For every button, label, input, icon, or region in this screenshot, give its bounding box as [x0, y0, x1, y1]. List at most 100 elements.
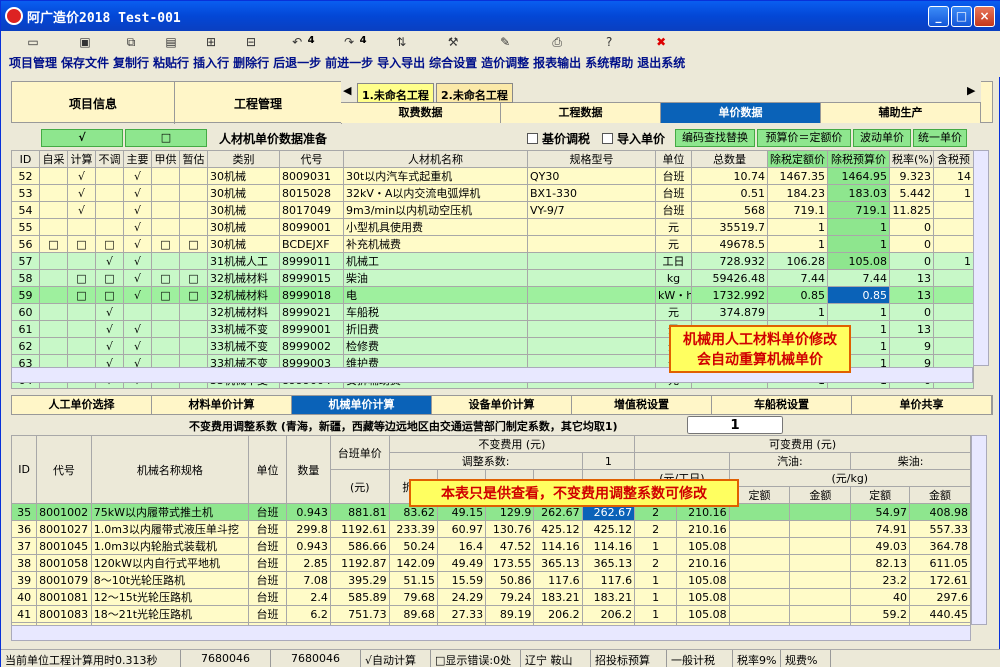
table-cell[interactable]: √ — [123, 218, 152, 236]
table-cell[interactable]: √ — [67, 184, 96, 202]
table-cell[interactable] — [39, 201, 68, 219]
table-cell[interactable]: □ — [151, 269, 180, 287]
grid2-hscroll[interactable] — [11, 625, 971, 641]
table-cell[interactable]: √ — [67, 167, 96, 185]
tab-prev-icon[interactable]: ◀ — [343, 84, 351, 97]
tab-project-1[interactable]: 1.未命名工程 — [357, 83, 434, 103]
table-cell[interactable] — [67, 337, 96, 355]
table-cell[interactable]: □ — [95, 269, 124, 287]
calc-tab-3[interactable]: 设备单价计算 — [432, 396, 572, 414]
table-cell[interactable]: √ — [123, 235, 152, 253]
tab-fee-data[interactable]: 取费数据 — [341, 103, 501, 123]
table-cell[interactable]: □ — [95, 235, 124, 253]
table-cell[interactable] — [67, 218, 96, 236]
table-row[interactable]: 52 √ √ 30机械 8009031 30t以内汽车式起重机 QY30 台班 10.74 146… — [11, 167, 974, 185]
col-header[interactable]: 规格型号 — [527, 150, 656, 168]
calc-tab-6[interactable]: 单价共享 — [852, 396, 992, 414]
toolbar-button-2[interactable]: ⧉ 复制行 — [113, 31, 149, 77]
col-header[interactable]: 总数量 — [691, 150, 768, 168]
table-cell[interactable] — [39, 252, 68, 270]
table-cell[interactable]: √ — [123, 252, 152, 270]
table-row[interactable]: 54 √ √ 30机械 8017049 9m3/min以内机动空压机 VY-9/7 台班 568… — [11, 201, 974, 219]
table-cell[interactable] — [95, 201, 124, 219]
table-row[interactable]: 38 8001058 120kW以内自行式平地机 台班 2.85 1192.87 142.0… — [10, 554, 971, 572]
col-header[interactable]: 代号 — [279, 150, 344, 168]
table-row[interactable]: 57 √ √ 31机械人工 8999011 机械工 工日 728.932 106.28 105.0… — [11, 252, 974, 270]
table-cell[interactable]: □ — [179, 286, 208, 304]
tab-project-data[interactable]: 工程数据 — [501, 103, 661, 123]
table-cell[interactable] — [179, 201, 208, 219]
coef-input[interactable] — [687, 416, 783, 434]
col-header[interactable]: 含税预 — [933, 150, 974, 168]
table-cell[interactable] — [151, 337, 180, 355]
toolbar-button-11[interactable]: ⎙ 报表输出 — [533, 31, 581, 77]
table-cell[interactable]: √ — [123, 201, 152, 219]
table-cell[interactable] — [95, 167, 124, 185]
table-cell[interactable] — [39, 167, 68, 185]
table-cell[interactable] — [151, 303, 180, 321]
toolbar-button-13[interactable]: ✖ 退出系统 — [637, 31, 685, 77]
grid1-vscroll[interactable] — [973, 150, 989, 366]
table-row[interactable]: 41 8001083 18～21t光轮压路机 台班 6.2 751.73 89.68 27.3… — [10, 605, 971, 623]
table-cell[interactable] — [151, 201, 180, 219]
table-cell[interactable] — [39, 286, 68, 304]
table-row[interactable]: 40 8001081 12～15t光轮压路机 台班 2.4 585.89 79.68 24.2… — [10, 588, 971, 606]
table-cell[interactable]: √ — [123, 184, 152, 202]
maximize-button[interactable]: □ — [951, 6, 972, 27]
table-row[interactable]: 39 8001079 8～10t光轮压路机 台班 7.08 395.29 51.15 15.5… — [10, 571, 971, 589]
toolbar-button-0[interactable]: ▭ 项目管理 — [9, 31, 57, 77]
col-header[interactable]: 计算 — [67, 150, 96, 168]
float-price-button[interactable]: 波动单价 — [853, 129, 912, 147]
table-row[interactable]: 59 □ □ √ □ □ 32机械材料 8999018 电 kW・h 1732.992 0.85 0.8… — [11, 286, 974, 304]
grid2-vscroll[interactable] — [971, 435, 987, 625]
toolbar-button-12[interactable]: ? 系统帮助 — [585, 31, 633, 77]
table-cell[interactable] — [151, 320, 180, 338]
table-row[interactable]: 60 √ 32机械材料 8999021 车船税元 374.879 1 1 0 — [11, 303, 974, 321]
table-cell[interactable] — [179, 337, 208, 355]
table-cell[interactable] — [39, 269, 68, 287]
table-cell[interactable]: □ — [67, 235, 96, 253]
table-cell[interactable] — [39, 218, 68, 236]
col-header[interactable]: 自采 — [39, 150, 68, 168]
table-cell[interactable] — [39, 303, 68, 321]
minimize-button[interactable]: _ — [928, 6, 949, 27]
toolbar-button-8[interactable]: ⇅ 导入导出 — [377, 31, 425, 77]
col-header[interactable]: 暂估 — [179, 150, 208, 168]
table-row[interactable]: 53 √ √ 30机械 8015028 32kV・A以内交流电弧焊机 BX1-330 台班 0.… — [11, 184, 974, 202]
table-cell[interactable] — [151, 167, 180, 185]
col-header[interactable]: 不调 — [95, 150, 124, 168]
toolbar-button-7[interactable]: ↷ 4 前进一步 — [325, 31, 373, 77]
table-cell[interactable] — [39, 337, 68, 355]
tab-next-icon[interactable]: ▶ — [967, 84, 975, 97]
table-cell[interactable] — [179, 320, 208, 338]
col-header[interactable]: 税率(%) — [889, 150, 934, 168]
table-cell[interactable]: □ — [151, 235, 180, 253]
table-cell[interactable] — [179, 184, 208, 202]
table-cell[interactable]: √ — [95, 320, 124, 338]
col-header[interactable]: 除税预算价 — [827, 150, 890, 168]
table-cell[interactable] — [123, 303, 152, 321]
table-row[interactable]: 56 □ □ □ √ □ □ 30机械 BCDEJXF 补充机械费元 49678.5 1 1 0 — [11, 235, 974, 253]
table-cell[interactable]: √ — [95, 303, 124, 321]
project-mgmt-tab[interactable]: 工程管理 — [175, 82, 342, 124]
table-cell[interactable] — [151, 252, 180, 270]
base-adjust-checkbox[interactable] — [527, 132, 539, 144]
table-cell[interactable] — [39, 320, 68, 338]
toolbar-button-6[interactable]: ↶ 4 后退一步 — [273, 31, 321, 77]
col-header[interactable]: 人材机名称 — [343, 150, 528, 168]
project-info-tab[interactable]: 项目信息 — [12, 82, 175, 124]
table-cell[interactable]: □ — [179, 235, 208, 253]
check-all-button[interactable]: √ — [41, 129, 123, 147]
table-cell[interactable]: √ — [95, 252, 124, 270]
table-cell[interactable]: □ — [39, 235, 68, 253]
table-cell[interactable]: √ — [95, 337, 124, 355]
budget-rule-button[interactable]: 预算价＝定额价 — [757, 129, 852, 147]
calc-tab-0[interactable]: 人工单价选择 — [12, 396, 152, 414]
col-header[interactable]: 除税定额价 — [767, 150, 828, 168]
table-row[interactable]: 58 □ □ √ □ □ 32机械材料 8999015 柴油 kg 59426.48 7.44 7.44… — [11, 269, 974, 287]
toolbar-button-4[interactable]: ⊞ 插入行 — [193, 31, 229, 77]
col-header[interactable]: 单位 — [655, 150, 692, 168]
table-cell[interactable]: √ — [123, 320, 152, 338]
table-cell[interactable]: √ — [123, 337, 152, 355]
table-row[interactable]: 55 √ 30机械 8099001 小型机具使用费元 35519.7 1 1 0 — [11, 218, 974, 236]
